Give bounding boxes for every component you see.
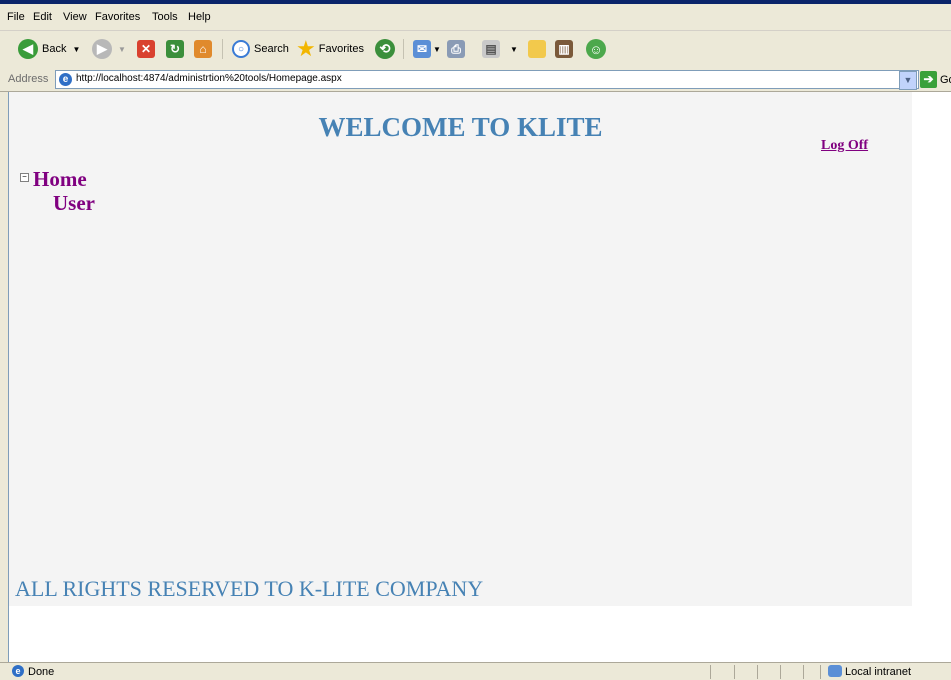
mail-button[interactable]: ✉ ▼ [413, 37, 441, 61]
ie-page-icon: e [59, 73, 72, 86]
menu-bar: File Edit View Favorites Tools Help [0, 4, 951, 31]
print-icon: ⎙ [447, 40, 465, 58]
status-divider [734, 665, 735, 679]
history-button[interactable]: ⟲ [375, 37, 395, 61]
research-button[interactable]: ▥ [555, 37, 573, 61]
history-icon: ⟲ [375, 39, 395, 59]
go-button-label[interactable]: Go [940, 74, 951, 86]
ie-page-icon: e [12, 665, 24, 677]
forward-button[interactable]: ▶ ▼ [92, 37, 126, 61]
intranet-icon [828, 665, 842, 677]
toolbar-separator [403, 39, 404, 59]
go-arrow-icon[interactable]: ➔ [920, 71, 937, 88]
tree-item-home[interactable]: Home [33, 167, 87, 192]
logoff-link[interactable]: Log Off [821, 138, 868, 154]
search-label: Search [254, 43, 289, 55]
stop-icon: ✕ [137, 40, 155, 58]
back-dropdown-icon[interactable]: ▼ [72, 45, 80, 54]
messenger-button[interactable]: ☺ [586, 37, 606, 61]
stop-button[interactable]: ✕ [137, 37, 155, 61]
favorites-button[interactable]: ★ Favorites [296, 37, 364, 61]
back-button[interactable]: ◀ Back ▼ [18, 37, 80, 61]
status-text: Done [28, 666, 55, 678]
menu-help[interactable]: Help [188, 11, 211, 23]
mail-icon: ✉ [413, 40, 431, 58]
security-zone-label: Local intranet [845, 666, 912, 678]
status-divider [820, 665, 821, 679]
edit-dropdown-icon[interactable]: ▼ [510, 45, 518, 54]
page-title: WELCOME TO KLITE [318, 112, 603, 142]
folder-button[interactable] [528, 37, 546, 61]
status-divider [803, 665, 804, 679]
home-icon: ⌂ [194, 40, 212, 58]
print-button[interactable]: ⎙ [447, 37, 465, 61]
address-input[interactable]: e http://localhost:4874/administrtion%20… [55, 70, 919, 89]
folder-icon [528, 40, 546, 58]
status-divider [710, 665, 711, 679]
address-label: Address [8, 73, 49, 85]
address-url: http://localhost:4874/administrtion%20to… [76, 73, 342, 84]
favorites-star-icon: ★ [296, 36, 316, 61]
address-dropdown-icon[interactable]: ▼ [899, 71, 917, 90]
forward-icon: ▶ [92, 39, 112, 59]
page-panel: WELCOME TO KLITE Log Off − Home User ALL… [9, 92, 912, 606]
menu-edit[interactable]: Edit [33, 11, 52, 23]
toolbar-separator [222, 39, 223, 59]
standard-toolbar: ◀ Back ▼ ▶ ▼ ✕ ↻ ⌂ ○ Search ★ Favorites … [0, 31, 951, 69]
page-viewport: WELCOME TO KLITE Log Off − Home User ALL… [8, 92, 951, 662]
edit-icon: ▤ [482, 40, 500, 58]
search-icon: ○ [232, 40, 250, 58]
refresh-button[interactable]: ↻ [166, 37, 184, 61]
favorites-label: Favorites [318, 43, 364, 55]
tree-collapse-icon[interactable]: − [20, 173, 29, 182]
messenger-icon: ☺ [586, 39, 606, 59]
mail-dropdown-icon[interactable]: ▼ [433, 45, 441, 54]
status-divider [757, 665, 758, 679]
status-bar: e Done Local intranet [0, 662, 951, 680]
tree-item-user[interactable]: User [53, 191, 95, 216]
back-icon: ◀ [18, 39, 38, 59]
status-divider [780, 665, 781, 679]
back-label: Back [42, 43, 67, 55]
edit-button[interactable]: ▤ ▼ [482, 37, 518, 61]
footer-copyright: ALL RIGHTS RESERVED TO K-LITE COMPANY [15, 576, 484, 601]
address-bar: Address e http://localhost:4874/administ… [0, 68, 951, 92]
menu-tools[interactable]: Tools [152, 11, 178, 23]
menu-view[interactable]: View [63, 11, 87, 23]
research-icon: ▥ [555, 40, 573, 58]
home-button[interactable]: ⌂ [194, 37, 212, 61]
refresh-icon: ↻ [166, 40, 184, 58]
menu-file[interactable]: File [7, 11, 25, 23]
search-button[interactable]: ○ Search [232, 37, 289, 61]
forward-dropdown-icon[interactable]: ▼ [118, 45, 126, 54]
menu-favorites[interactable]: Favorites [95, 11, 140, 23]
